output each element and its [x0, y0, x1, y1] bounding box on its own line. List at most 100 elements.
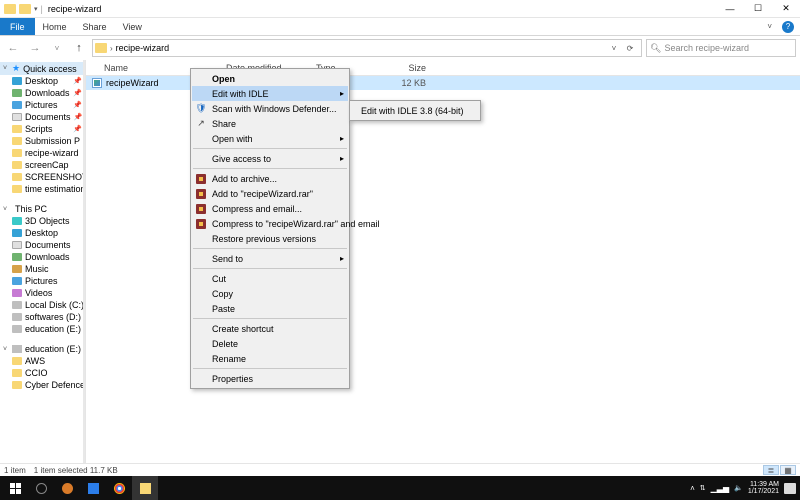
close-button[interactable]: ✕	[772, 0, 800, 18]
ctx-add-to-archive[interactable]: Add to archive...	[192, 171, 348, 186]
ctx-paste[interactable]: Paste	[192, 301, 348, 316]
sidebar-item-label: Pictures	[25, 100, 58, 110]
network-icon[interactable]: ⇅	[700, 484, 706, 492]
view-details-button[interactable]: ≣	[763, 465, 779, 475]
sidebar-item[interactable]: Documents📌	[0, 111, 85, 123]
sidebar-education-drive[interactable]: ˅ education (E:)	[0, 343, 85, 355]
ctx-copy[interactable]: Copy	[192, 286, 348, 301]
nav-recent-dropdown[interactable]: ˅	[48, 39, 66, 57]
nav-up-button[interactable]: ↑	[70, 39, 88, 57]
ribbon-tab-home[interactable]: Home	[35, 18, 75, 35]
shield-icon: 🛡	[195, 103, 207, 115]
taskbar-app[interactable]	[54, 476, 80, 500]
taskbar-app[interactable]	[80, 476, 106, 500]
ctx-send-to[interactable]: Send to▸	[192, 251, 348, 266]
sidebar-item[interactable]: Desktop	[0, 227, 85, 239]
help-button[interactable]: ?	[782, 21, 794, 33]
ctx-add-to-rar[interactable]: Add to "recipeWizard.rar"	[192, 186, 348, 201]
ribbon-tab-view[interactable]: View	[115, 18, 150, 35]
sidebar-item[interactable]: time estimation	[0, 183, 85, 195]
status-bar: 1 item 1 item selected 11.7 KB ≣ ▦	[0, 463, 800, 476]
sidebar-item[interactable]: Local Disk (C:)	[0, 299, 85, 311]
breadcrumb-current[interactable]: recipe-wizard	[116, 43, 170, 53]
ctx-restore-versions[interactable]: Restore previous versions	[192, 231, 348, 246]
sidebar-item[interactable]: softwares (D:)	[0, 311, 85, 323]
ctx-properties[interactable]: Properties	[192, 371, 348, 386]
sidebar-item[interactable]: Pictures📌	[0, 99, 85, 111]
titlebar: ▾ | recipe-wizard — ☐ ✕	[0, 0, 800, 18]
folder-icon	[12, 369, 22, 377]
rar-icon	[195, 218, 207, 230]
ctx-give-access-to[interactable]: Give access to▸	[192, 151, 348, 166]
chevron-right-icon[interactable]: ›	[110, 44, 113, 53]
sidebar-item[interactable]: Documents	[0, 239, 85, 251]
ctx-open-with[interactable]: Open with▸	[192, 131, 348, 146]
sidebar-item[interactable]: Desktop📌	[0, 75, 85, 87]
sidebar-quick-access[interactable]: ˅ ★ Quick access	[0, 62, 85, 75]
sidebar-item[interactable]: education (E:)	[0, 323, 85, 335]
taskbar-app-explorer[interactable]	[132, 476, 158, 500]
taskbar-app-cortana[interactable]	[28, 476, 54, 500]
ctx-create-shortcut[interactable]: Create shortcut	[192, 321, 348, 336]
refresh-button[interactable]: ⟳	[623, 44, 637, 53]
sidebar-item[interactable]: Pictures	[0, 275, 85, 287]
ctx-rename[interactable]: Rename	[192, 351, 348, 366]
chevron-right-icon: ▸	[340, 89, 344, 98]
start-button[interactable]	[2, 476, 28, 500]
drive-icon	[12, 313, 22, 321]
pin-icon: 📌	[73, 77, 82, 85]
chevron-down-icon: ˅	[3, 346, 9, 353]
context-submenu-idle: Edit with IDLE 3.8 (64-bit)	[349, 100, 481, 121]
sidebar-item[interactable]: Downloads📌	[0, 87, 85, 99]
ctx-compress-email[interactable]: Compress and email...	[192, 201, 348, 216]
sidebar-item[interactable]: Videos	[0, 287, 85, 299]
ctx-delete[interactable]: Delete	[192, 336, 348, 351]
notifications-icon[interactable]	[784, 483, 796, 494]
sidebar-item[interactable]: AWS	[0, 355, 85, 367]
sidebar-item[interactable]: SCREENSHOTS	[0, 171, 85, 183]
clock[interactable]: 11:39 AM 1/17/2021	[748, 481, 779, 496]
nav-back-button[interactable]: ←	[4, 39, 22, 57]
ctx-share[interactable]: ↗Share	[192, 116, 348, 131]
sidebar-item-label: AWS	[25, 356, 45, 366]
sidebar-item[interactable]: recipe-wizard	[0, 147, 85, 159]
share-icon: ↗	[195, 118, 207, 130]
ctx-open[interactable]: Open	[192, 71, 348, 86]
ribbon-collapse[interactable]: ˅	[763, 22, 776, 31]
volume-icon[interactable]: 🔈	[734, 484, 743, 492]
ctx-compress-rar-email[interactable]: Compress to "recipeWizard.rar" and email	[192, 216, 348, 231]
maximize-button[interactable]: ☐	[744, 0, 772, 18]
tray-overflow-icon[interactable]: ˄	[690, 484, 695, 493]
sidebar-item[interactable]: Music	[0, 263, 85, 275]
separator	[193, 268, 347, 269]
search-input[interactable]: 🔍︎ Search recipe-wizard	[646, 39, 796, 57]
rar-icon	[195, 188, 207, 200]
sidebar-item[interactable]: Submission P📌	[0, 135, 85, 147]
quick-access-dropdown[interactable]: ▾	[34, 5, 38, 13]
col-size[interactable]: Size	[376, 63, 426, 73]
ribbon-tab-share[interactable]: Share	[75, 18, 115, 35]
sidebar-item-label: Documents	[25, 112, 71, 122]
minimize-button[interactable]: —	[716, 0, 744, 18]
sidebar-item[interactable]: Scripts📌	[0, 123, 85, 135]
nav-forward-button[interactable]: →	[26, 39, 44, 57]
breadcrumb-dropdown[interactable]: ˅	[607, 44, 621, 53]
sidebar-item[interactable]: Downloads	[0, 251, 85, 263]
breadcrumb[interactable]: › recipe-wizard ˅ ⟳	[92, 39, 642, 57]
wifi-icon[interactable]: ▁▃▅	[711, 484, 729, 493]
ctx-scan-defender[interactable]: 🛡Scan with Windows Defender...	[192, 101, 348, 116]
sidebar-this-pc[interactable]: ˅ This PC	[0, 203, 85, 215]
folder-icon	[12, 357, 22, 365]
sidebar-item[interactable]: CCIO	[0, 367, 85, 379]
taskbar-app-chrome[interactable]	[106, 476, 132, 500]
ctx-edit-idle-38[interactable]: Edit with IDLE 3.8 (64-bit)	[351, 103, 479, 118]
tray-time: 11:39 AM	[750, 481, 779, 488]
sidebar-item[interactable]: screenCap	[0, 159, 85, 171]
sidebar-item[interactable]: Cyber Defence	[0, 379, 85, 391]
ribbon-file[interactable]: File	[0, 18, 35, 35]
sidebar-item[interactable]: 3D Objects	[0, 215, 85, 227]
scrollbar[interactable]	[83, 60, 85, 463]
ctx-cut[interactable]: Cut	[192, 271, 348, 286]
ctx-edit-with-idle[interactable]: Edit with IDLE▸	[192, 86, 348, 101]
view-icons-button[interactable]: ▦	[780, 465, 796, 475]
